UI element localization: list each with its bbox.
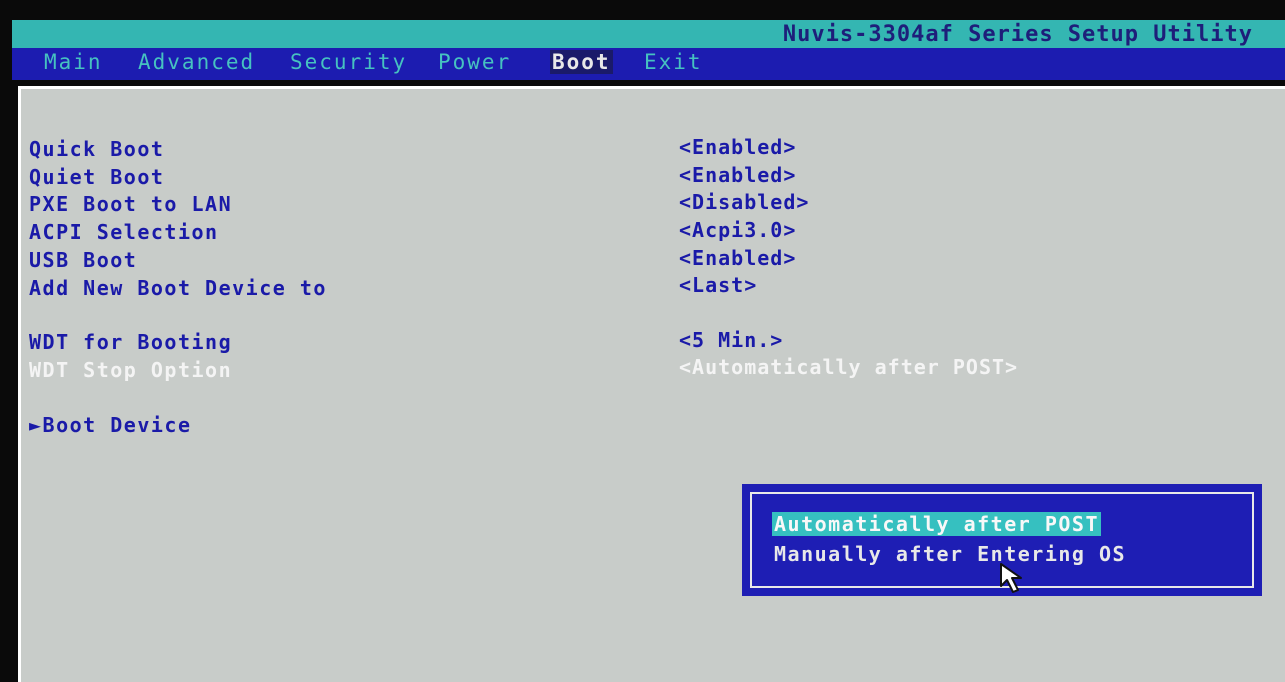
app-title: Nuvis-3304af Series Setup Utility xyxy=(782,22,1253,47)
bios-screen: Nuvis-3304af Series Setup Utility Main A… xyxy=(0,0,1285,682)
setting-value-wdt-stop-option[interactable]: <Automatically after POST> xyxy=(679,355,1018,379)
setting-value-wdt-booting[interactable]: <5 Min.> xyxy=(679,328,783,352)
popup-option-manual-after-os[interactable]: Manually after Entering OS xyxy=(772,542,1128,566)
tab-power[interactable]: Power xyxy=(436,50,513,74)
setting-label-acpi-selection[interactable]: ACPI Selection xyxy=(29,220,219,244)
setting-label-quiet-boot[interactable]: Quiet Boot xyxy=(29,165,164,189)
submenu-boot-device[interactable]: ►Boot Device xyxy=(29,413,192,437)
tab-exit[interactable]: Exit xyxy=(642,50,705,74)
setting-label-quick-boot[interactable]: Quick Boot xyxy=(29,137,164,161)
setting-value-usb-boot[interactable]: <Enabled> xyxy=(679,246,796,270)
setting-label-pxe-boot[interactable]: PXE Boot to LAN xyxy=(29,192,232,216)
setting-value-quiet-boot[interactable]: <Enabled> xyxy=(679,163,796,187)
setting-value-pxe-boot[interactable]: <Disabled> xyxy=(679,190,809,214)
setting-label-wdt-booting[interactable]: WDT for Booting xyxy=(29,330,232,354)
tab-advanced[interactable]: Advanced xyxy=(136,50,257,74)
setting-value-add-new-boot-device[interactable]: <Last> xyxy=(679,273,757,297)
mouse-pointer-icon xyxy=(1000,563,1022,593)
popup-option-auto-after-post[interactable]: Automatically after POST xyxy=(772,512,1101,536)
setting-label-wdt-stop-option[interactable]: WDT Stop Option xyxy=(29,358,232,382)
tab-main[interactable]: Main xyxy=(42,50,105,74)
setting-value-quick-boot[interactable]: <Enabled> xyxy=(679,135,796,159)
title-bar: Nuvis-3304af Series Setup Utility xyxy=(12,20,1285,48)
setting-value-acpi-selection[interactable]: <Acpi3.0> xyxy=(679,218,796,242)
setting-label-add-new-boot-device[interactable]: Add New Boot Device to xyxy=(29,276,327,300)
tab-security[interactable]: Security xyxy=(288,50,409,74)
setting-label-usb-boot[interactable]: USB Boot xyxy=(29,248,137,272)
tab-boot[interactable]: Boot xyxy=(550,50,613,74)
menu-bar: Main Advanced Security Power Boot Exit xyxy=(12,48,1285,80)
